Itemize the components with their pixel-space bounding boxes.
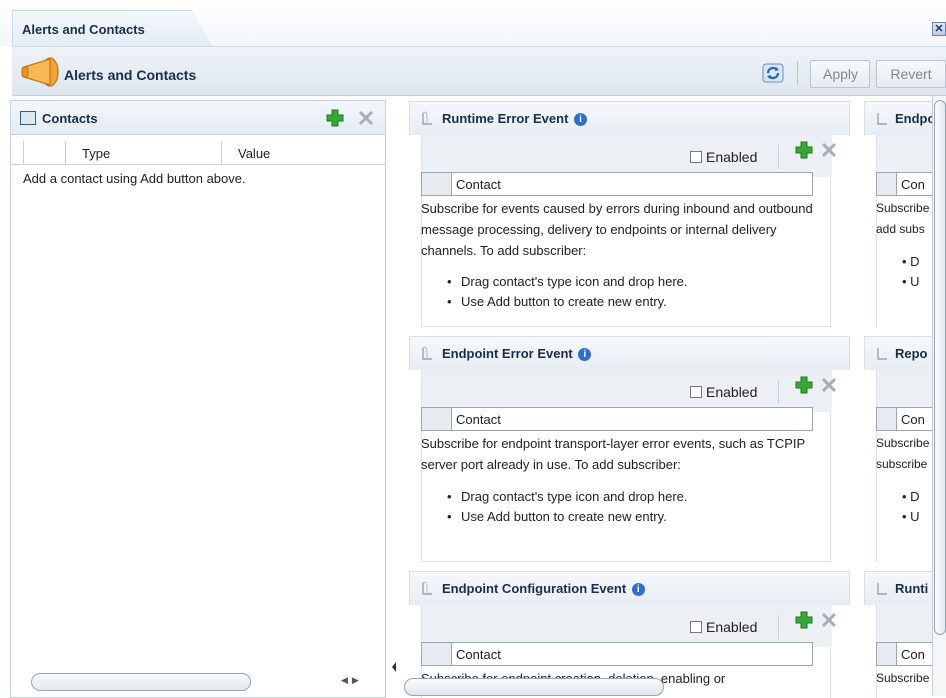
bell-icon xyxy=(422,581,432,595)
enabled-label: Enabled xyxy=(706,149,758,165)
enabled-label: Enabled xyxy=(706,384,758,400)
apply-button[interactable]: Apply xyxy=(810,60,870,88)
toolbar-divider xyxy=(778,380,779,404)
megaphone-icon xyxy=(21,57,59,87)
column-header-value[interactable]: Value xyxy=(221,141,385,165)
event-description: Subscribe for endpoint transport-layer e… xyxy=(421,436,805,472)
info-icon[interactable]: i xyxy=(578,348,592,361)
delete-icon[interactable] xyxy=(820,141,838,159)
contact-column-header[interactable]: Contact xyxy=(421,407,813,431)
contacts-title: Contacts xyxy=(42,111,98,126)
delete-icon[interactable] xyxy=(820,376,838,394)
contact-column-header[interactable]: Con xyxy=(876,642,934,666)
info-icon[interactable]: i xyxy=(574,113,588,126)
scroll-arrows-icon[interactable]: ◀▶ xyxy=(341,675,363,691)
delete-icon[interactable] xyxy=(357,109,375,127)
close-icon[interactable]: ✕ xyxy=(932,22,946,36)
event-description: Subscribe for events caused by errors du… xyxy=(421,201,813,258)
contacts-panel: Contacts Type Value Add a contact using … xyxy=(10,100,386,698)
event-panel-header: Runtime Error Event i xyxy=(409,101,850,135)
list-item: Use Add button to create new entry. xyxy=(443,507,688,527)
event-title: Endpoint Error Event xyxy=(442,346,573,361)
horizontal-scrollbar-thumb[interactable] xyxy=(31,673,251,691)
refresh-icon[interactable] xyxy=(762,62,784,84)
event-panel-header: Endpoint Configuration Event i xyxy=(409,571,850,605)
list-item: Drag contact's type icon and drop here. xyxy=(443,487,688,507)
empty-message: Add a contact using Add button above. xyxy=(23,171,246,186)
contacts-table-header: Type Value xyxy=(11,141,385,165)
vertical-scrollbar-thumb[interactable] xyxy=(934,100,946,635)
page-header: Alerts and Contacts Apply Revert xyxy=(12,46,946,96)
enabled-checkbox[interactable] xyxy=(690,151,702,163)
splitter-handle[interactable] xyxy=(391,660,397,674)
toolbar-divider xyxy=(778,615,779,639)
contact-column-header[interactable]: Contact xyxy=(421,172,813,196)
list-item: Use Add button to create new entry. xyxy=(443,292,688,312)
contact-column-header[interactable]: Con xyxy=(876,407,934,431)
endpoint-error-event-panel: Endpoint Error Event i Enabled Contact S… xyxy=(409,336,850,562)
contacts-panel-header: Contacts xyxy=(11,101,385,135)
list-item: Drag contact's type icon and drop here. xyxy=(443,272,688,292)
column-header-select[interactable] xyxy=(23,141,65,165)
bell-icon xyxy=(877,348,887,360)
revert-button[interactable]: Revert xyxy=(876,60,946,88)
enabled-checkbox[interactable] xyxy=(690,386,702,398)
event-instructions: Drag contact's type icon and drop here. … xyxy=(443,272,688,312)
address-card-icon xyxy=(20,111,36,125)
event-title: Runtime Error Event xyxy=(442,111,569,126)
vertical-scrollbar[interactable] xyxy=(932,96,946,696)
enabled-label: Enabled xyxy=(706,619,758,635)
page-title: Alerts and Contacts xyxy=(64,67,197,83)
runtime-error-event-panel: Runtime Error Event i Enabled Contact Su… xyxy=(409,101,850,327)
event-instructions: Drag contact's type icon and drop here. … xyxy=(443,487,688,527)
event-panel-header: Endpoint Error Event i xyxy=(409,336,850,370)
tab-strip: Alerts and Contacts ✕ xyxy=(0,0,946,46)
contact-column-label: Contact xyxy=(456,647,501,662)
info-icon[interactable]: i xyxy=(631,583,645,596)
add-icon[interactable] xyxy=(794,140,814,160)
tab-label[interactable]: Alerts and Contacts xyxy=(22,22,145,37)
bell-icon xyxy=(877,113,887,125)
toolbar-divider xyxy=(778,145,779,169)
add-icon[interactable] xyxy=(794,610,814,630)
add-icon[interactable] xyxy=(325,108,345,128)
column-header-type[interactable]: Type xyxy=(65,141,221,165)
contact-column-label: Contact xyxy=(456,177,501,192)
event-toolbar: Enabled xyxy=(422,605,837,647)
contact-column-label: Contact xyxy=(456,412,501,427)
bell-icon xyxy=(877,583,887,595)
bell-icon xyxy=(422,346,432,360)
event-toolbar: Enabled xyxy=(422,370,837,412)
event-toolbar: Enabled xyxy=(422,135,837,177)
enabled-checkbox[interactable] xyxy=(690,621,702,633)
delete-icon[interactable] xyxy=(820,611,838,629)
horizontal-scrollbar-thumb[interactable] xyxy=(404,678,664,696)
toolbar-divider xyxy=(797,61,798,85)
contact-column-header[interactable]: Con xyxy=(876,172,934,196)
event-title: Endpoint Configuration Event xyxy=(442,581,627,596)
contact-column-header[interactable]: Contact xyxy=(421,642,813,666)
bell-icon xyxy=(422,111,432,125)
add-icon[interactable] xyxy=(794,375,814,395)
